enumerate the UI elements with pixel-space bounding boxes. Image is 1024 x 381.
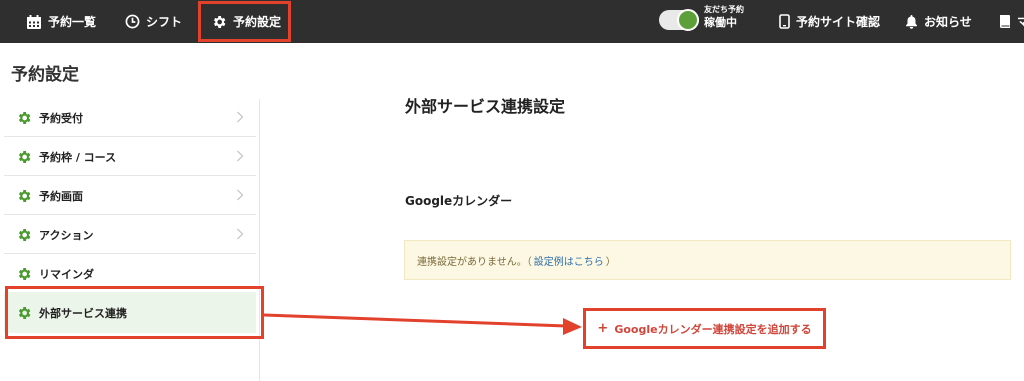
annotation-arrow: [263, 313, 582, 335]
